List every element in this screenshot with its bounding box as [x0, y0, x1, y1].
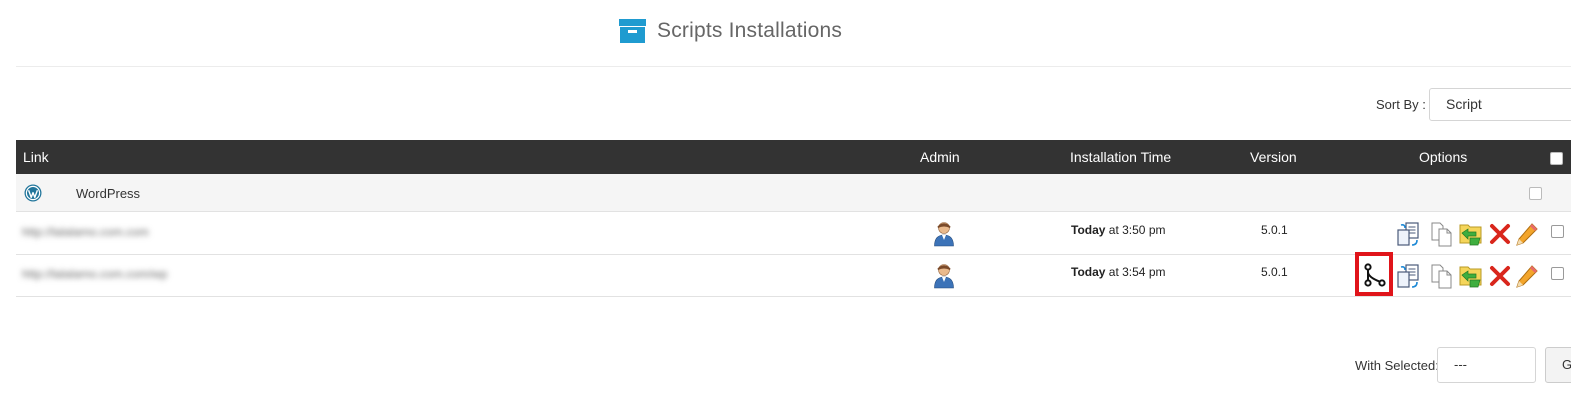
table-row: http://lalalamo.com.com/wp Today at 3:54…: [16, 255, 1571, 297]
restore-icon[interactable]: [1458, 263, 1484, 289]
clone-icon[interactable]: [1396, 221, 1422, 247]
script-group-row: WordPress: [16, 174, 1571, 212]
script-group-label: WordPress: [76, 186, 141, 201]
restore-icon[interactable]: [1458, 221, 1484, 247]
scripts-installations-page: Scripts Installations Sort By : Script L…: [0, 0, 1571, 393]
sort-by-select[interactable]: Script: [1429, 88, 1571, 121]
admin-user-icon[interactable]: [933, 263, 955, 289]
with-selected-label: With Selected:: [1355, 358, 1439, 373]
table-row: http://lalalamo.com.com Today at 3:50 pm…: [16, 213, 1571, 255]
column-header-version: Version: [1250, 149, 1297, 165]
group-select-checkbox[interactable]: [1529, 187, 1542, 200]
copy-icon[interactable]: [1429, 263, 1455, 289]
go-button[interactable]: G: [1545, 347, 1571, 383]
column-header-installation-time: Installation Time: [1070, 149, 1172, 165]
edit-icon[interactable]: [1514, 263, 1540, 289]
installation-link[interactable]: http://lalalamo.com.com/wp: [22, 267, 167, 281]
row-select-checkbox[interactable]: [1551, 267, 1564, 280]
admin-user-icon[interactable]: [933, 221, 955, 247]
copy-icon[interactable]: [1429, 221, 1455, 247]
delete-icon[interactable]: [1487, 221, 1513, 247]
script-version: 5.0.1: [1261, 265, 1288, 279]
archive-box-icon: [619, 19, 646, 43]
select-all-checkbox[interactable]: [1550, 152, 1563, 165]
page-title: Scripts Installations: [657, 18, 843, 42]
column-header-options: Options: [1419, 149, 1468, 165]
installation-link[interactable]: http://lalalamo.com.com: [22, 225, 149, 239]
header-divider: [16, 66, 1571, 67]
table-header: Link Admin Installation Time Version Opt…: [16, 140, 1571, 174]
script-version: 5.0.1: [1261, 223, 1288, 237]
installation-time: Today at 3:50 pm: [1071, 223, 1166, 237]
clone-icon[interactable]: [1396, 263, 1422, 289]
git-branch-icon: [1364, 263, 1386, 287]
column-header-admin: Admin: [920, 149, 960, 165]
installation-time: Today at 3:54 pm: [1071, 265, 1166, 279]
highlighted-branch-button[interactable]: [1355, 252, 1393, 296]
edit-icon[interactable]: [1514, 221, 1540, 247]
row-select-checkbox[interactable]: [1551, 225, 1564, 238]
wordpress-icon: [24, 184, 42, 202]
delete-icon[interactable]: [1487, 263, 1513, 289]
sort-by-label: Sort By :: [1376, 97, 1426, 112]
column-header-link: Link: [23, 149, 49, 165]
page-header: Scripts Installations: [619, 17, 842, 44]
with-selected-select[interactable]: ---: [1437, 347, 1536, 383]
